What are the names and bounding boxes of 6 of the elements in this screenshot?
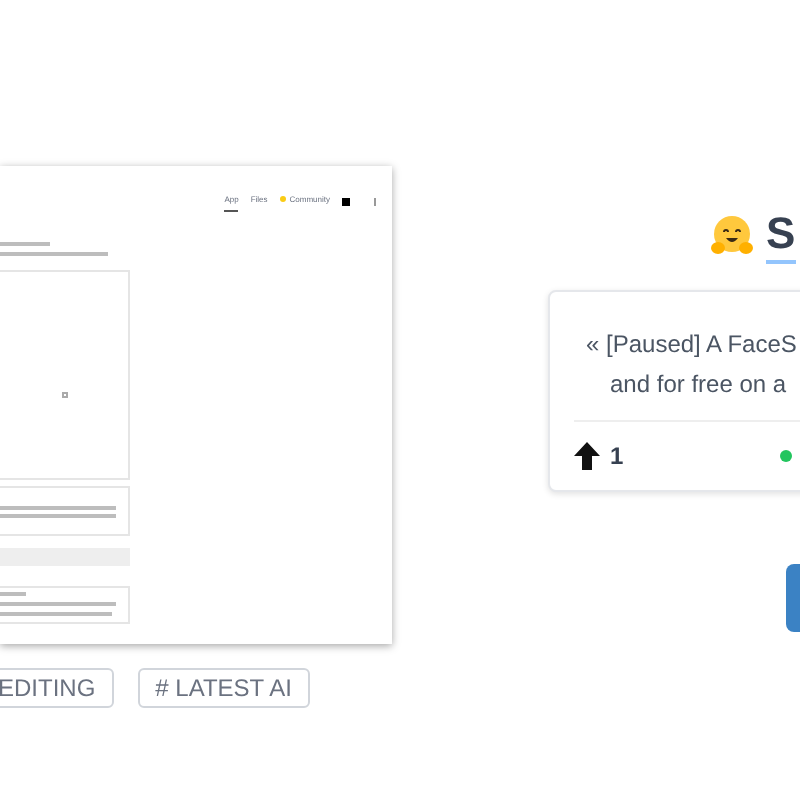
tag-chip[interactable]: # LATEST AI	[137, 668, 310, 708]
vote-count: 1	[610, 440, 624, 474]
heading: S	[766, 208, 796, 264]
quote-text: « [Paused] A FaceS	[586, 328, 799, 362]
tag-chip[interactable]: EDITING	[0, 668, 114, 708]
quote-text: and for free on a	[610, 368, 789, 402]
